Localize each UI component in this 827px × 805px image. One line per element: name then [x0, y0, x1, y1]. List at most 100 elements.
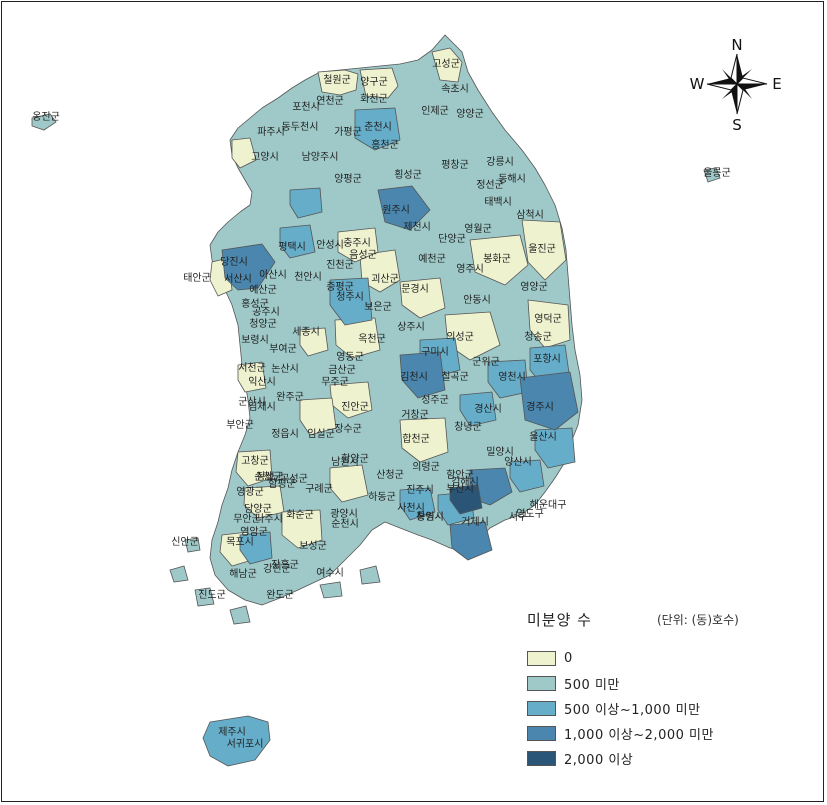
region-label: 봉화군	[483, 253, 511, 265]
region-label: 완주군	[276, 391, 304, 403]
legend-title: 미분양 수	[527, 611, 592, 629]
region-label: 영덕군	[534, 313, 562, 325]
legend-swatch	[527, 700, 556, 716]
legend-label: 500 이상~1,000 미만	[564, 702, 701, 718]
region-label: 문경시	[401, 282, 429, 295]
compass-e: E	[772, 75, 781, 93]
region-suwon	[289, 187, 323, 219]
legend-swatch	[527, 675, 556, 691]
region-label: 무주군	[321, 376, 349, 388]
region-label: 속초시	[441, 83, 469, 95]
region-label: 예산군	[249, 284, 277, 296]
region-label: 가평군	[334, 126, 362, 138]
region-label: 양평군	[334, 173, 362, 185]
region-label: 울릉군	[703, 167, 731, 179]
region-label: 청송군	[524, 331, 552, 343]
region-label: 서산시	[224, 273, 252, 285]
region-label: 거제시	[461, 516, 489, 528]
region-label: 옥천군	[358, 333, 386, 345]
island-5	[359, 565, 381, 585]
island-6	[229, 605, 251, 625]
region-label: 충주시	[343, 237, 371, 249]
region-label: 포항시	[533, 353, 561, 365]
region-label: 영주시	[456, 263, 484, 275]
legend: 미분양 수 (단위: (동)호수) 0 500 미만 500 이상~1,000 …	[527, 607, 817, 777]
region-label: 고창군	[241, 455, 269, 467]
region-label: 제주시	[218, 726, 246, 738]
region-label: 양구군	[360, 76, 388, 88]
region-label: 화천군	[360, 93, 388, 105]
region-label: 의성군	[446, 331, 474, 343]
region-label: 임실군	[307, 427, 335, 440]
region-label: 서천군	[238, 362, 266, 374]
region-label: 평택시	[278, 241, 306, 253]
region-label: 순천시	[331, 518, 359, 530]
legend-item: 500 이상~1,000 미만	[527, 699, 701, 718]
region-label: 동해시	[498, 172, 526, 185]
region-label: 보령시	[241, 334, 269, 346]
region-label: 영월군	[464, 223, 492, 235]
region-label: 부산시	[446, 483, 474, 495]
region-label: 횡성군	[394, 169, 422, 181]
compass-n: N	[731, 36, 742, 54]
region-label: 신안군	[171, 536, 199, 548]
region-label: 연천군	[316, 95, 344, 107]
region-label: 남원시	[331, 456, 359, 468]
region-label: 영천시	[498, 371, 526, 383]
region-label: 태안군	[183, 272, 211, 284]
region-label: 합천군	[402, 433, 430, 445]
region-label: 익산시	[248, 376, 276, 388]
region-label: 강릉시	[486, 156, 514, 168]
region-label: 동두천시	[282, 121, 319, 133]
region-label: 김제시	[248, 401, 276, 413]
region-label: 구례군	[305, 483, 333, 495]
region-label: 정읍시	[271, 428, 299, 440]
region-label: 안동시	[463, 294, 491, 306]
region-label: 인제군	[421, 105, 449, 117]
region-label: 군위군	[472, 355, 500, 368]
region-label: 음성군	[349, 249, 377, 261]
region-label: 화순군	[286, 509, 314, 521]
region-label: 양산시	[504, 456, 532, 468]
region-label: 서구	[509, 511, 527, 523]
region-label: 거창군	[401, 409, 429, 421]
legend-label: 1,000 이상~2,000 미만	[564, 727, 714, 743]
legend-label: 500 미만	[564, 677, 620, 693]
region-label: 당진시	[220, 256, 248, 268]
region-label: 금산군	[328, 364, 356, 376]
region-label: 평창군	[441, 159, 469, 171]
region-label: 진주시	[406, 484, 434, 496]
region-label: 단양군	[438, 233, 466, 245]
region-label: 예천군	[418, 253, 446, 265]
region-label: 경산시	[474, 402, 502, 415]
region-label: 옹진군	[32, 111, 60, 123]
region-label: 진도군	[198, 589, 226, 601]
region-label: 여수시	[316, 567, 344, 579]
region-label: 울산시	[529, 431, 557, 443]
region-label: 울진군	[528, 243, 556, 255]
region-label: 철원군	[323, 74, 351, 86]
region-label: 장흥군	[271, 558, 299, 571]
region-label: 영광군	[236, 486, 264, 498]
region-label: 장성군	[256, 471, 284, 483]
region-label: 청양군	[249, 318, 277, 330]
region-label: 안성시	[316, 239, 344, 251]
region-label: 서귀포시	[227, 738, 264, 750]
region-label: 양양군	[456, 108, 484, 120]
legend-swatch	[527, 725, 556, 741]
island-4	[319, 581, 343, 599]
legend-swatch	[527, 750, 556, 766]
region-label: 완도군	[266, 589, 294, 601]
region-label: 상주시	[397, 321, 425, 333]
region-label: 제천시	[403, 221, 431, 233]
region-label: 고양시	[251, 151, 279, 163]
legend-unit: (단위: (동)호수)	[657, 613, 739, 627]
region-label: 구미시	[421, 346, 449, 358]
region-label: 세종시	[292, 326, 320, 338]
region-label: 원주시	[382, 204, 410, 216]
region-label: 부여군	[269, 343, 297, 355]
region-label: 고성군	[432, 58, 460, 70]
region-label: 진안군	[341, 401, 369, 413]
region-label: 산청군	[376, 469, 404, 481]
region-label: 보은군	[364, 301, 392, 313]
